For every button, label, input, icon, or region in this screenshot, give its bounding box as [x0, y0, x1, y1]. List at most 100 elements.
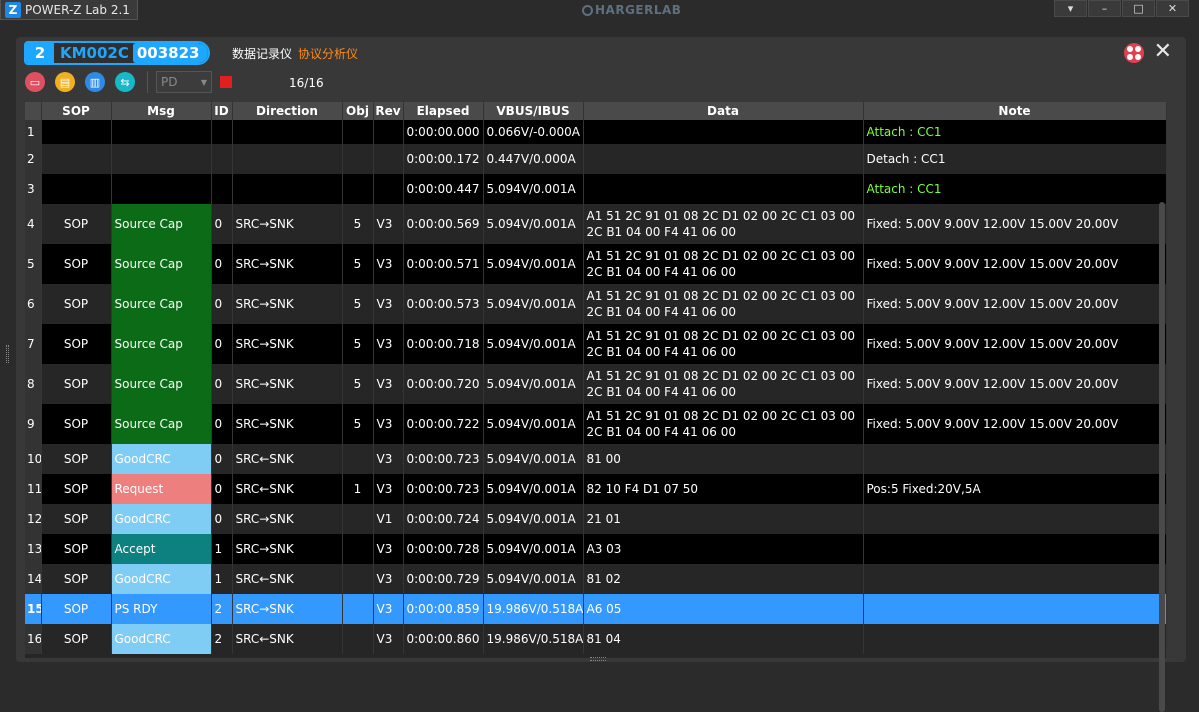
title-bar: Z POWER-Z Lab 2.1 HARGERLAB ▾ – □ ✕	[0, 0, 1199, 20]
cell-sop: SOP	[41, 534, 112, 564]
row-number: 13	[25, 534, 42, 564]
cell-elapsed: 0:00:00.720	[403, 364, 484, 404]
table-row[interactable]: 16 SOP GoodCRC 2 SRC←SNK V3 0:00:00.860 19.986V…	[25, 624, 1167, 654]
cell-sop: SOP	[41, 594, 112, 624]
cell-obj	[342, 120, 374, 144]
cell-elapsed: 0:00:00.718	[403, 324, 484, 364]
table-row[interactable]: 12 SOP GoodCRC 0 SRC→SNK V1 0:00:00.724 5.094V/…	[25, 504, 1167, 534]
cell-sop: SOP	[41, 324, 112, 364]
cell-direction: SRC←SNK	[232, 564, 343, 594]
device-model: KM002C	[54, 43, 133, 63]
row-number: 5	[25, 244, 42, 284]
cell-rev: V3	[373, 624, 404, 654]
cell-rev: V3	[373, 204, 404, 244]
table-row[interactable]: 5 SOP Source Cap 0 SRC→SNK 5 V3 0:00:00.571 5.09…	[25, 244, 1167, 284]
header-rev[interactable]: Rev	[373, 102, 404, 120]
left-resize-grip[interactable]	[6, 345, 9, 363]
cell-msg: Source Cap	[111, 244, 212, 284]
cell-rev	[373, 120, 404, 144]
maximize-button[interactable]: □	[1122, 0, 1155, 17]
cell-rev	[373, 174, 404, 204]
cell-elapsed: 0:00:00.569	[403, 204, 484, 244]
table-row[interactable]: 15 SOP PS RDY 2 SRC→SNK V3 0:00:00.859 19.986V/…	[25, 594, 1167, 624]
table-row[interactable]: 9 SOP Source Cap 0 SRC→SNK 5 V3 0:00:00.722 5.09…	[25, 404, 1167, 444]
cell-elapsed: 0:00:00.723	[403, 444, 484, 474]
bottom-resize-grip[interactable]	[590, 657, 606, 661]
cell-obj	[342, 594, 374, 624]
cell-rev: V3	[373, 284, 404, 324]
cell-note: Pos:5 Fixed:20V,5A	[863, 474, 1167, 504]
cell-direction: SRC→SNK	[232, 244, 343, 284]
cell-sop: SOP	[41, 474, 112, 504]
table-row[interactable]: 1 0:00:00.000 0.066V/-0.000A Attach : CC1	[25, 120, 1167, 144]
cell-obj: 1	[342, 474, 374, 504]
open-folder-icon[interactable]: ▭	[25, 72, 45, 92]
table-row[interactable]: 2 0:00:00.172 0.447V/0.000A Detach : CC1	[25, 144, 1167, 174]
stop-icon[interactable]	[220, 76, 232, 88]
cell-data: A1 51 2C 91 01 08 2C D1 02 00 2C C1 03 0…	[583, 404, 864, 444]
protocol-select[interactable]: PD ▼	[156, 71, 212, 93]
cell-data: A1 51 2C 91 01 08 2C D1 02 00 2C C1 03 0…	[583, 324, 864, 364]
cell-note: Attach : CC1	[863, 174, 1167, 204]
cell-msg: Source Cap	[111, 364, 212, 404]
row-number: 16	[25, 624, 42, 654]
save-icon[interactable]: ▤	[55, 72, 75, 92]
header-id[interactable]: ID	[211, 102, 233, 120]
table-row[interactable]: 14 SOP GoodCRC 1 SRC←SNK V3 0:00:00.729 5.094V/…	[25, 564, 1167, 594]
cell-obj: 5	[342, 244, 374, 284]
app-title: POWER-Z Lab 2.1	[25, 2, 130, 17]
cell-id: 1	[211, 564, 233, 594]
data-line-1: A1 51 2C 91 01 08 2C D1 02 00 2C C1 03 0…	[586, 369, 856, 383]
data-line-2: 2C B1 04 00 F4 41 06 00	[586, 385, 736, 399]
table-row[interactable]: 8 SOP Source Cap 0 SRC→SNK 5 V3 0:00:00.720 5.09…	[25, 364, 1167, 404]
header-vbus-ibus[interactable]: VBUS/IBUS	[483, 102, 584, 120]
table-row[interactable]: 11 SOP Request 0 SRC←SNK 1 V3 0:00:00.723 5.094V…	[25, 474, 1167, 504]
table-row[interactable]: 4 SOP Source Cap 0 SRC→SNK 5 V3 0:00:00.569 5.09…	[25, 204, 1167, 244]
app-tab[interactable]: Z POWER-Z Lab 2.1	[0, 0, 138, 20]
export-icon[interactable]: ⇆	[115, 72, 135, 92]
header-elapsed[interactable]: Elapsed	[403, 102, 484, 120]
cell-data: 21 01	[583, 504, 864, 534]
apps-grid-icon[interactable]	[1124, 43, 1144, 63]
header-note[interactable]: Note	[863, 102, 1167, 120]
cell-note	[863, 534, 1167, 564]
row-number: 11	[25, 474, 42, 504]
header-obj[interactable]: Obj	[342, 102, 374, 120]
cell-id	[211, 120, 233, 144]
cell-note	[863, 504, 1167, 534]
device-badge[interactable]: 2 KM002C 003823	[24, 41, 210, 65]
header-data[interactable]: Data	[583, 102, 864, 120]
table-row[interactable]: 6 SOP Source Cap 0 SRC→SNK 5 V3 0:00:00.573 5.09…	[25, 284, 1167, 324]
table-row[interactable]: 13 SOP Accept 1 SRC→SNK V3 0:00:00.728 5.094V/0…	[25, 534, 1167, 564]
menu-dropdown-button[interactable]: ▾	[1054, 0, 1087, 17]
close-window-button[interactable]: ✕	[1156, 0, 1189, 17]
vertical-scrollbar[interactable]	[1159, 202, 1165, 712]
cell-vbus-ibus: 5.094V/0.001A	[483, 244, 584, 284]
header-sop[interactable]: SOP	[41, 102, 112, 120]
cell-vbus-ibus: 19.986V/0.518A	[483, 594, 584, 624]
trash-icon[interactable]: ▥	[85, 72, 105, 92]
tab-protocol-analyzer[interactable]: 协议分析仪	[298, 45, 358, 62]
cell-sop: SOP	[41, 624, 112, 654]
table-row[interactable]: 7 SOP Source Cap 0 SRC→SNK 5 V3 0:00:00.718 5.09…	[25, 324, 1167, 364]
cell-note: Fixed: 5.00V 9.00V 12.00V 15.00V 20.00V	[863, 244, 1167, 284]
cell-direction	[232, 174, 343, 204]
header-direction[interactable]: Direction	[232, 102, 343, 120]
minimize-button[interactable]: –	[1088, 0, 1121, 17]
table-row[interactable]: 3 0:00:00.447 5.094V/0.001A Attach : CC1	[25, 174, 1167, 204]
mode-tabs: 数据记录仪 协议分析仪	[232, 45, 358, 62]
cell-msg: Source Cap	[111, 204, 212, 244]
brand-logo: HARGERLAB	[582, 3, 681, 17]
close-icon[interactable]: ✕	[1154, 39, 1172, 64]
row-number: 9	[25, 404, 42, 444]
cell-msg: Request	[111, 474, 212, 504]
header-rownum	[25, 102, 42, 120]
cell-elapsed: 0:00:00.728	[403, 534, 484, 564]
table-row[interactable]: 10 SOP GoodCRC 0 SRC←SNK V3 0:00:00.723 5.094V/…	[25, 444, 1167, 474]
data-line-1: 82 10 F4 D1 07 50	[586, 482, 699, 496]
tab-data-logger[interactable]: 数据记录仪	[232, 45, 292, 62]
cell-vbus-ibus: 5.094V/0.001A	[483, 284, 584, 324]
brand-text: HARGERLAB	[595, 3, 682, 17]
header-msg[interactable]: Msg	[111, 102, 212, 120]
cell-msg	[111, 144, 212, 174]
